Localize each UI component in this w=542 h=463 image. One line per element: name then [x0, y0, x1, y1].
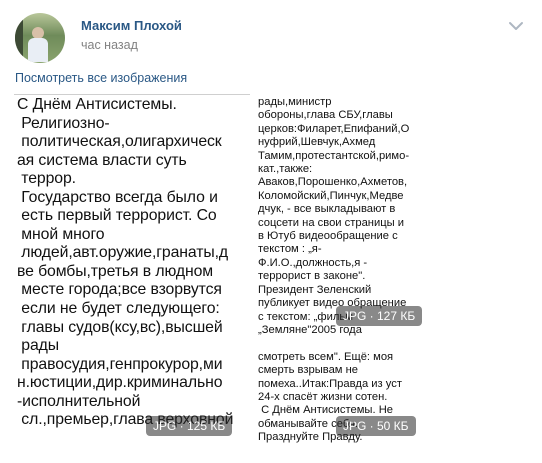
- photo-attachment-2[interactable]: рады,министр обороны,глава СБУ,главы цер…: [254, 94, 420, 444]
- author-name[interactable]: Максим Плохой: [81, 18, 182, 33]
- post-header: Максим Плохой час назад: [0, 0, 542, 70]
- photo-attachment-1[interactable]: С Днём Антисистемы. Религиозно- политиче…: [14, 94, 250, 445]
- file-size-badge-3: JPG · 50 КБ: [336, 416, 416, 436]
- view-all-images-link[interactable]: Посмотреть все изображения: [15, 71, 187, 85]
- post-time[interactable]: час назад: [81, 38, 138, 52]
- file-size-badge-1: JPG · 125 КБ: [146, 416, 233, 436]
- file-size-badge-2: JPG · 127 КБ: [336, 306, 423, 326]
- user-avatar[interactable]: [15, 13, 65, 63]
- photo-2-text: рады,министр обороны,глава СБУ,главы цер…: [258, 96, 410, 444]
- photo-1-text: С Днём Антисистемы. Религиозно- политиче…: [17, 96, 233, 429]
- chevron-down-icon[interactable]: [508, 20, 524, 32]
